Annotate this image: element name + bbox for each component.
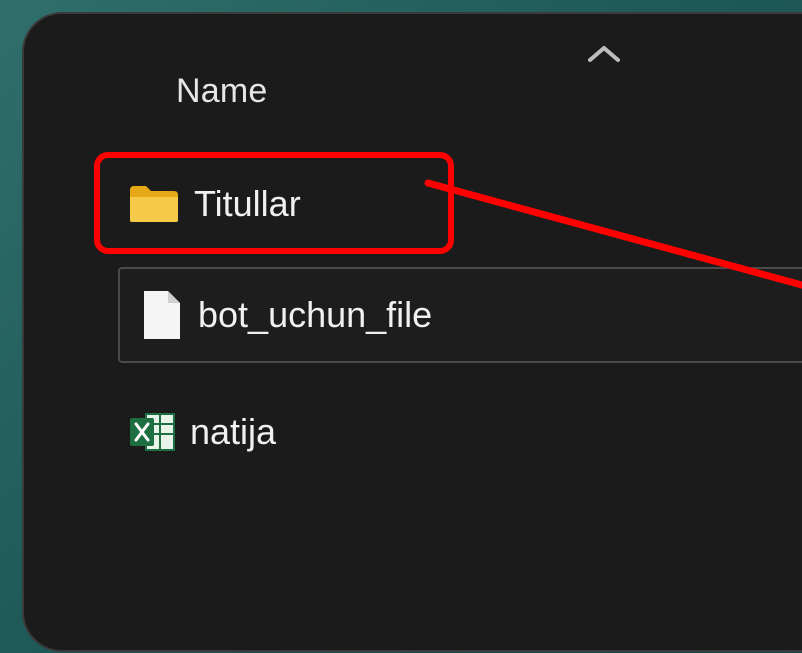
file-name: natija [190, 411, 277, 452]
file-explorer-window: Name Titullar bot_uchun_file natija [22, 12, 802, 652]
folder-icon [128, 184, 180, 224]
document-icon [140, 289, 184, 341]
file-row-natija[interactable]: natija [128, 402, 428, 462]
file-name: Titullar [194, 183, 301, 224]
file-name: bot_uchun_file [198, 294, 433, 335]
file-row-titullar[interactable]: Titullar [128, 174, 468, 234]
name-column-header[interactable]: Name [176, 72, 268, 111]
chevron-up-icon[interactable] [584, 42, 624, 64]
file-row-bot-uchun-file[interactable]: bot_uchun_file [118, 267, 802, 363]
excel-icon [128, 410, 176, 454]
